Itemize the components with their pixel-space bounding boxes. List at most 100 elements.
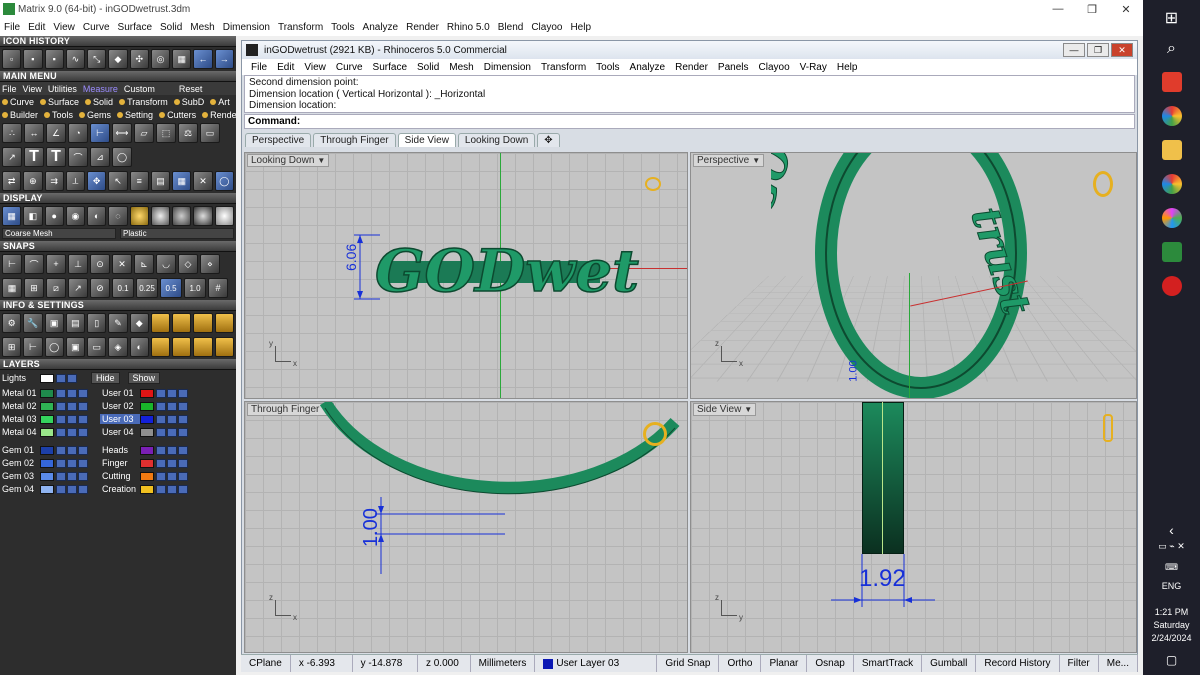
layer-row[interactable]: User 02 — [100, 400, 194, 412]
command-input[interactable] — [302, 116, 1134, 127]
project-icon[interactable]: ↗ — [68, 278, 88, 298]
outer-menu-item[interactable]: Help — [566, 22, 595, 33]
layer-row[interactable]: Metal 04 — [0, 426, 94, 438]
status-toggle[interactable]: Gumball — [922, 655, 977, 672]
layer-color-swatch[interactable] — [40, 401, 54, 411]
layer-toggles[interactable] — [156, 471, 188, 481]
app-red-icon[interactable] — [1161, 72, 1182, 92]
mm-transform[interactable]: Transform — [119, 97, 168, 107]
edit-icon[interactable]: ✎ — [108, 313, 128, 333]
mm-solid[interactable]: Solid — [85, 97, 113, 107]
status-toggle[interactable]: Planar — [761, 655, 808, 672]
outer-menu-item[interactable]: Render — [402, 22, 443, 33]
layer-row[interactable]: Metal 03 — [0, 413, 94, 425]
angle-icon[interactable]: ∠ — [46, 123, 66, 143]
viewport-through-finger[interactable]: Through Finger ▼ 1.00 zx — [244, 401, 688, 653]
layer-row[interactable]: User 03 — [100, 413, 194, 425]
layer-row[interactable]: User 01 — [100, 387, 194, 399]
outer-menu-item[interactable]: Surface — [114, 22, 156, 33]
snap-near-icon[interactable]: ⌒ — [24, 254, 44, 274]
layer-color-swatch[interactable] — [140, 388, 154, 398]
grid-view-icon[interactable]: ⊞ — [2, 337, 22, 357]
layer-color-swatch[interactable] — [40, 388, 54, 398]
center-icon[interactable]: ⊕ — [23, 171, 43, 191]
layer-toggles[interactable] — [156, 401, 188, 411]
add-tab-icon[interactable]: ✥ — [537, 133, 560, 147]
render-info-icon[interactable]: ◐ — [129, 337, 149, 357]
units-status[interactable]: Millimeters — [471, 655, 536, 672]
folder-2-icon[interactable] — [172, 313, 192, 333]
layer-color-swatch[interactable] — [40, 414, 54, 424]
outer-menu-item[interactable]: File — [0, 22, 24, 33]
folder-4-icon[interactable] — [214, 313, 234, 333]
rhino-menu-item[interactable]: Help — [832, 62, 863, 73]
status-toggle[interactable]: SmartTrack — [854, 655, 923, 672]
ring-icon[interactable]: ◎ — [150, 49, 171, 69]
mesh-select[interactable]: Coarse Mesh — [2, 228, 116, 239]
rhino-menu-item[interactable]: View — [299, 62, 331, 73]
table-icon[interactable]: ▤ — [150, 171, 171, 191]
point-measure-icon[interactable]: ∴ — [2, 123, 22, 143]
folder-7-icon[interactable] — [193, 337, 213, 357]
snap-value-0[interactable]: 0.1 — [112, 278, 134, 298]
layers-icon[interactable]: ▤ — [65, 313, 86, 333]
status-toggle[interactable]: Ortho — [719, 655, 762, 672]
dimension-info-icon[interactable]: ⊢ — [23, 337, 43, 357]
layer-row[interactable]: Finger — [100, 457, 194, 469]
layer-toggles[interactable] — [56, 445, 88, 455]
layer-toggles[interactable] — [56, 401, 88, 411]
keyboard-icon[interactable]: ⌨ — [1143, 562, 1200, 573]
outer-menu-item[interactable]: Blend — [494, 22, 528, 33]
outer-menu-item[interactable]: Edit — [24, 22, 49, 33]
status-toggle[interactable]: Record History — [976, 655, 1060, 672]
hide-button[interactable]: Hide — [91, 372, 120, 384]
outer-menu-item[interactable]: Clayoo — [527, 22, 566, 33]
rhino-menu-item[interactable]: File — [246, 62, 272, 73]
layer-toggles[interactable] — [56, 458, 88, 468]
mm-art[interactable]: Art — [210, 97, 230, 107]
mm-render[interactable]: Render — [202, 110, 236, 120]
gem-icon[interactable]: ◆ — [108, 49, 128, 69]
rhino-restore-button[interactable]: ❐ — [1087, 43, 1109, 57]
layer-row[interactable]: Metal 02 — [0, 400, 94, 412]
split-icon[interactable]: ⟂ — [65, 171, 86, 191]
mm-builder[interactable]: Builder — [2, 110, 38, 120]
outer-menu-item[interactable]: Curve — [79, 22, 114, 33]
snap-int-icon[interactable]: ✕ — [112, 254, 132, 274]
lights-swatch[interactable] — [40, 373, 54, 383]
viewport-label[interactable]: Perspective ▼ — [693, 154, 765, 167]
notifications-icon[interactable]: ▢ — [1143, 653, 1200, 667]
layer-row[interactable]: Heads — [100, 444, 194, 456]
weight-icon[interactable]: ⚖ — [178, 123, 198, 143]
layer-color-swatch[interactable] — [40, 427, 54, 437]
snap-tan-icon[interactable]: ◡ — [156, 254, 176, 274]
chrome-material-icon[interactable] — [193, 206, 213, 226]
mm-measure[interactable]: Measure — [83, 84, 118, 94]
close-button[interactable]: ✕ — [1109, 3, 1143, 16]
layer-row[interactable]: Gem 04 — [0, 483, 94, 495]
layer-color-swatch[interactable] — [140, 414, 154, 424]
snap-knot-icon[interactable]: ⋄ — [200, 254, 220, 274]
arch-icon[interactable]: ⌒ — [68, 147, 88, 167]
cube-info-icon[interactable]: ▣ — [65, 337, 86, 357]
sphere-icon[interactable]: ◉ — [65, 206, 86, 226]
viewport-label[interactable]: Looking Down ▼ — [247, 154, 330, 167]
windows-start-icon[interactable]: ⊞ — [1165, 8, 1178, 28]
mm-curve[interactable]: Curve — [2, 97, 34, 107]
text-bold-icon[interactable]: T — [46, 147, 66, 167]
shaded-icon[interactable]: ◧ — [23, 206, 43, 226]
rhino-menu-item[interactable]: Mesh — [444, 62, 478, 73]
mm-setting[interactable]: Setting — [117, 110, 153, 120]
file-explorer-icon[interactable] — [1161, 140, 1182, 160]
text-icon[interactable]: T — [24, 147, 44, 167]
layer-color-swatch[interactable] — [140, 484, 154, 494]
layer-row[interactable]: Gem 03 — [0, 470, 94, 482]
rhino-menu-item[interactable]: Surface — [368, 62, 412, 73]
tab-side-view[interactable]: Side View — [397, 133, 456, 147]
tab-perspective[interactable]: Perspective — [245, 133, 312, 147]
mm-utilities[interactable]: Utilities — [48, 84, 77, 94]
bounding-box-icon[interactable]: ▭ — [200, 123, 220, 143]
outer-menu-item[interactable]: Solid — [156, 22, 186, 33]
layer-color-swatch[interactable] — [40, 484, 54, 494]
clock-time[interactable]: 1:21 PM — [1143, 607, 1200, 617]
